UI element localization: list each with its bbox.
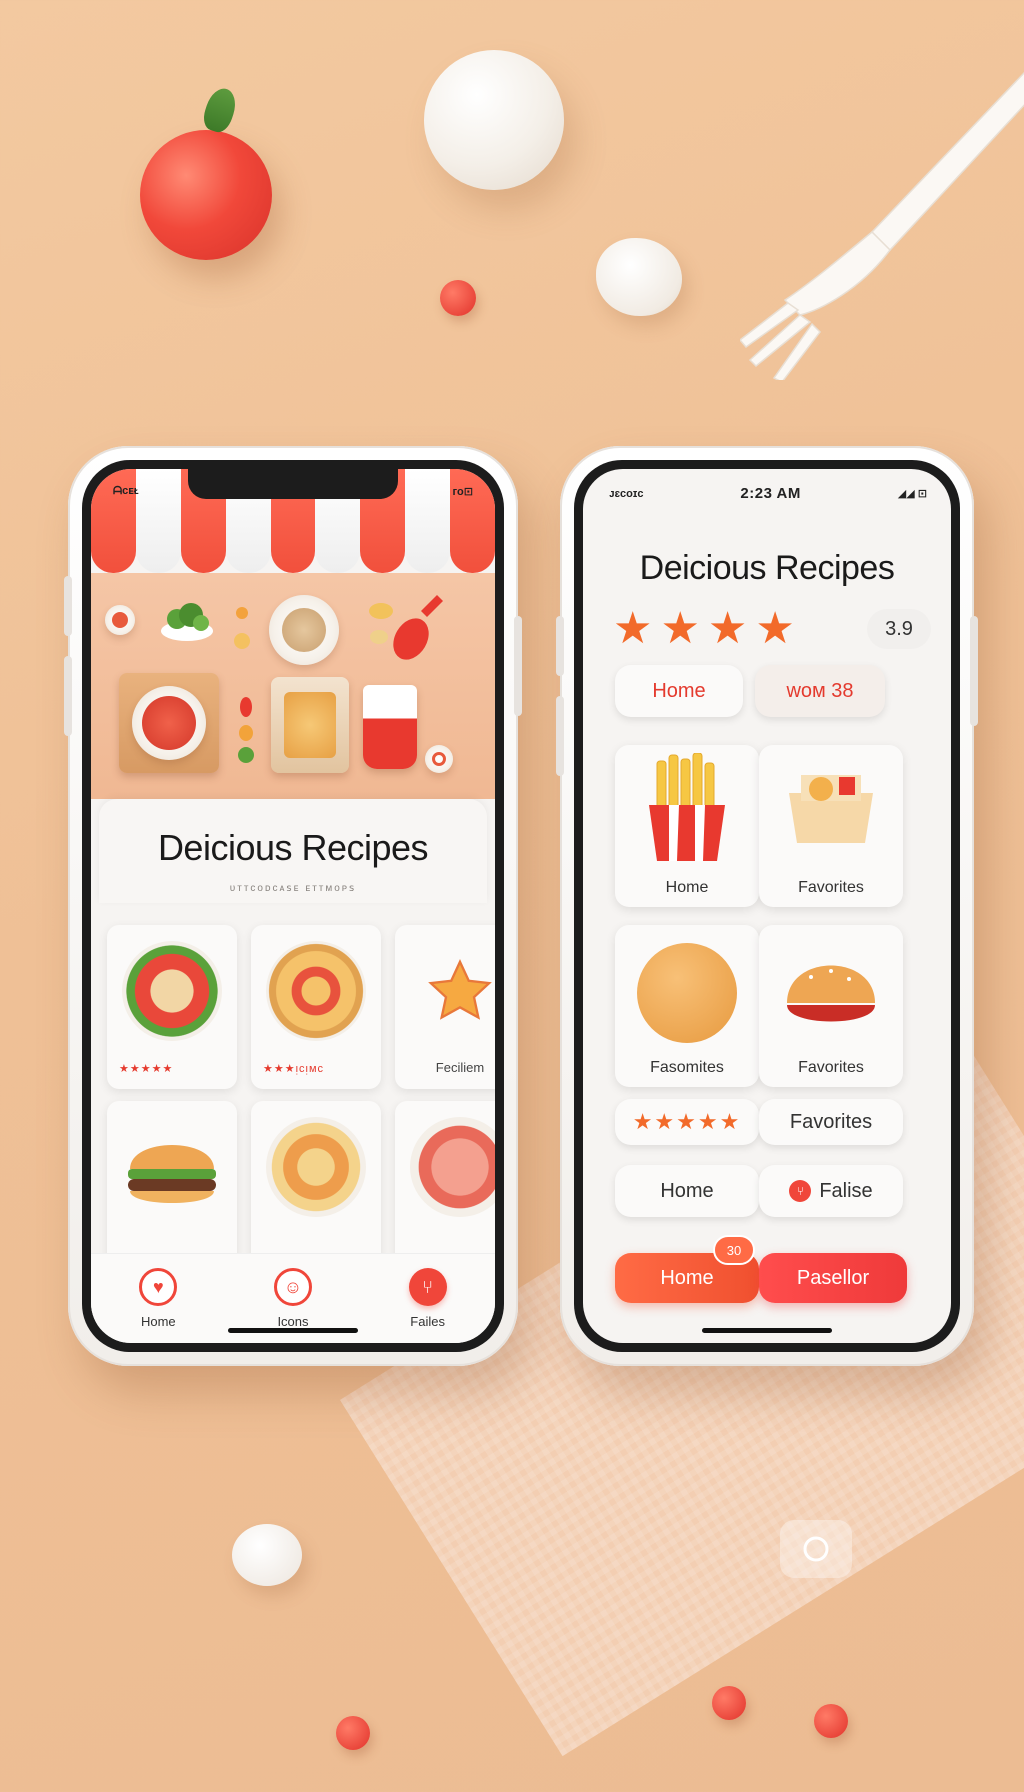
side-button xyxy=(556,616,564,676)
berry-decoration xyxy=(440,280,476,316)
tile-label: Favorites xyxy=(798,879,864,896)
category-tile[interactable]: Favorites xyxy=(759,925,903,1087)
battery-label: ◢◢ ⊡ xyxy=(897,488,927,500)
tab-label: Failes xyxy=(410,1314,445,1329)
napkin-ring-icon xyxy=(780,1520,852,1578)
donut-icon xyxy=(425,745,453,773)
home-indicator[interactable] xyxy=(702,1328,832,1333)
star-icon: ★ xyxy=(613,604,653,653)
star-icon: ★ xyxy=(707,604,748,653)
pasellor-button[interactable]: Pasellor xyxy=(759,1253,907,1303)
right-phone: ᴊɛᴄᴏɪᴄ 2:23 AM ◢◢ ⊡ Deicious Recipes ★ ★… xyxy=(556,446,978,1366)
left-phone-bezel: ᗩᴄᴇᴌ ᴦᴏ⊡ Deicious Recipes ᴜᴛᴛᴄᴏᴅᴄᴀꜱᴇ ᴇᴛᴛ… xyxy=(82,460,504,1352)
tab-label: Icons xyxy=(277,1314,309,1329)
dessert-tray xyxy=(271,677,349,773)
status-bar: ᴊɛᴄᴏɪᴄ 2:23 AM ◢◢ ⊡ xyxy=(609,485,927,502)
egg-decoration xyxy=(424,50,564,190)
heart-icon: ♥ xyxy=(139,1268,178,1306)
tile-label: Home xyxy=(665,879,709,896)
tab-label: Home xyxy=(140,1314,176,1329)
rating-filter-button[interactable]: ★★★★★ xyxy=(615,1099,759,1145)
tile-label: Fasomites xyxy=(650,1059,724,1076)
pebble-decoration xyxy=(232,1524,302,1586)
salad-dish-icon xyxy=(122,941,222,1041)
app-title: Deicious Recipes xyxy=(157,827,429,868)
face-icon: ☺ xyxy=(273,1268,312,1306)
left-phone-screen: ᗩᴄᴇᴌ ᴦᴏ⊡ Deicious Recipes ᴜᴛᴛᴄᴏᴅᴄᴀꜱᴇ ᴇᴛᴛ… xyxy=(91,469,495,1343)
side-button xyxy=(556,696,564,776)
tab-home[interactable]: ♥ Home xyxy=(113,1268,203,1343)
food-counter-illustration xyxy=(91,573,495,799)
spice-icon xyxy=(227,603,257,653)
home-button[interactable]: Home xyxy=(615,665,743,717)
tab-failes[interactable]: ⑂ Failes xyxy=(383,1268,473,1343)
clock-label: 2:23 AM xyxy=(740,485,801,502)
berry-decoration xyxy=(814,1704,848,1738)
recipe-card[interactable] xyxy=(251,1101,381,1265)
side-button xyxy=(970,616,978,726)
sauce-bowl-icon xyxy=(105,605,135,635)
carrier-label: ᗩᴄᴇᴌ xyxy=(113,485,139,497)
garlic-decoration xyxy=(596,238,682,316)
star-icon: ★ xyxy=(755,604,795,653)
home-button[interactable]: Home xyxy=(615,1165,759,1217)
recipe-label: Feciliem xyxy=(435,1060,485,1075)
tomato-decoration xyxy=(140,130,272,260)
recipe-card[interactable] xyxy=(395,1101,495,1265)
fries-icon xyxy=(639,752,735,868)
burger-dish-icon xyxy=(122,1117,222,1217)
favorites-button[interactable]: Favorites xyxy=(759,1099,903,1145)
falise-button[interactable]: ⑂ Falise xyxy=(759,1165,903,1217)
tomato-leaf-decoration xyxy=(199,84,241,136)
ketchup-bottle-icon xyxy=(387,591,447,671)
right-phone-bezel: ᴊɛᴄᴏɪᴄ 2:23 AM ◢◢ ⊡ Deicious Recipes ★ ★… xyxy=(574,460,960,1352)
recipe-card[interactable] xyxy=(107,1101,237,1265)
title-card: Deicious Recipes ᴜᴛᴛᴄᴏᴅᴄᴀꜱᴇ ᴇᴛᴛᴍᴏᴘꜱ xyxy=(99,799,487,903)
rating-value: 3.9 xyxy=(867,609,931,649)
fork-icon: ⑂ xyxy=(789,1180,812,1202)
app-title: Deicious Recipes xyxy=(639,549,895,587)
noodle-plate-icon xyxy=(269,595,339,665)
battery-label: ᴦᴏ⊡ xyxy=(452,486,473,498)
right-phone-screen: ᴊɛᴄᴏɪᴄ 2:23 AM ◢◢ ⊡ Deicious Recipes ★ ★… xyxy=(583,469,951,1343)
gift-box-icon xyxy=(781,763,881,858)
fork-decoration xyxy=(740,71,1024,380)
pasta-dish-icon xyxy=(266,1117,366,1217)
bun-icon xyxy=(637,943,737,1043)
left-phone: ᗩᴄᴇᴌ ᴦᴏ⊡ Deicious Recipes ᴜᴛᴛᴄᴏᴅᴄᴀꜱᴇ ᴇᴛᴛ… xyxy=(64,446,522,1366)
soda-cup-icon xyxy=(363,685,417,769)
chili-icon xyxy=(231,689,261,769)
app-subtitle: ᴜᴛᴛᴄᴏᴅᴄᴀꜱᴇ ᴇᴛᴛᴍᴏᴘꜱ xyxy=(229,883,357,894)
burger-icon xyxy=(781,943,881,1048)
category-tile[interactable]: Home xyxy=(615,745,759,907)
star-icon: ★ xyxy=(660,604,700,653)
fork-icon: ⑂ xyxy=(408,1268,447,1306)
recipe-card[interactable]: Feciliem xyxy=(395,925,495,1089)
recipe-card[interactable]: ★★★★★ xyxy=(107,925,237,1089)
notification-badge: 30 xyxy=(713,1235,755,1265)
count-button[interactable]: ᴡᴏᴍ 38 xyxy=(755,665,885,717)
phone-notch xyxy=(188,469,398,499)
recipe-card[interactable]: ★★★ᴉᴄᴉᴍᴄ xyxy=(251,925,381,1089)
tile-label: Favorites xyxy=(798,1059,864,1076)
ham-dish-icon xyxy=(410,1117,495,1217)
berry-decoration xyxy=(336,1716,370,1750)
carrier-label: ᴊɛᴄᴏɪᴄ xyxy=(609,487,644,500)
home-indicator[interactable] xyxy=(228,1328,358,1333)
berry-decoration xyxy=(712,1686,746,1720)
side-button xyxy=(64,656,72,736)
side-button xyxy=(514,616,522,716)
star-icon xyxy=(410,941,495,1041)
salad-bowl-icon xyxy=(157,595,217,645)
category-tile[interactable]: Favorites xyxy=(759,745,903,907)
category-tile[interactable]: Fasomites xyxy=(615,925,759,1087)
rating-row: ★ ★ ★ ★ 3.9 xyxy=(613,605,931,653)
pizza-dish-icon xyxy=(266,941,366,1041)
side-button xyxy=(64,576,72,636)
recipe-rating: ★★★ᴉᴄᴉᴍᴄ xyxy=(263,1063,325,1075)
recipe-rating: ★★★★★ xyxy=(119,1063,174,1075)
tomato-soup-tray xyxy=(119,673,219,773)
